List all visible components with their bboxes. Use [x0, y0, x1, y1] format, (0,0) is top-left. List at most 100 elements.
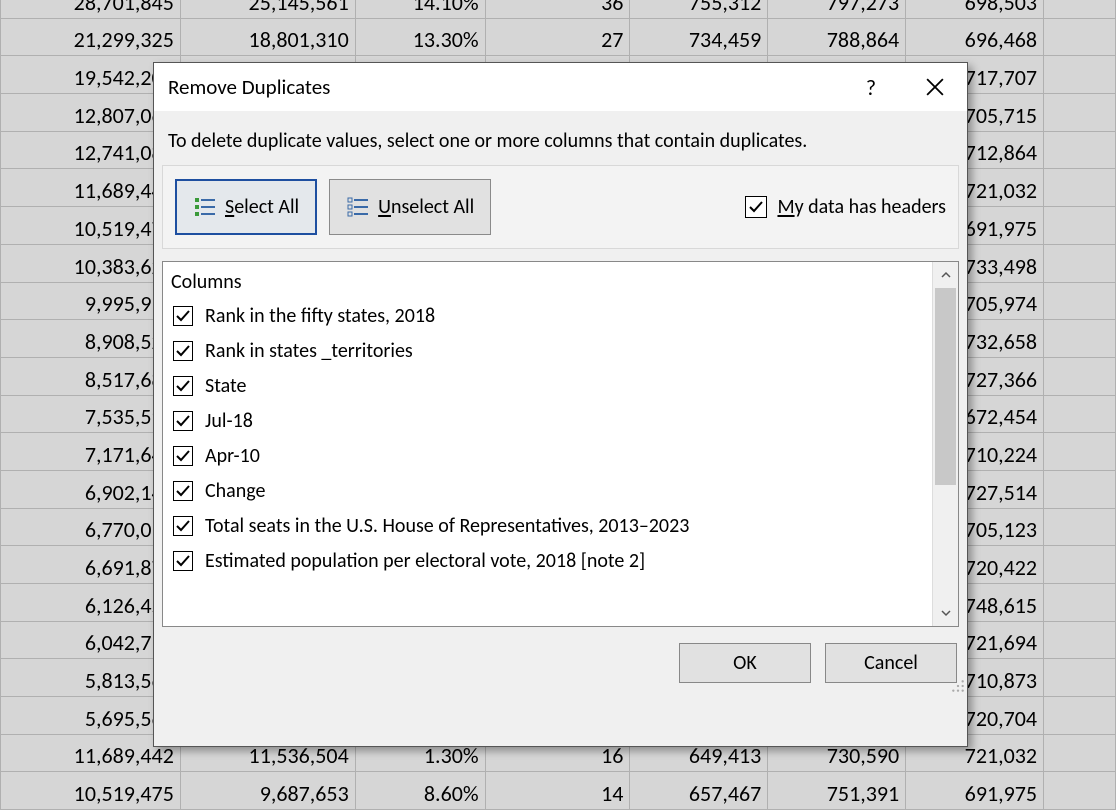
cell[interactable] — [1044, 433, 1116, 471]
cell[interactable]: 9,687,653 — [180, 772, 355, 810]
column-label: Rank in states _territories — [205, 339, 413, 363]
columns-listbox: Columns Rank in the fifty states, 2018 Ra… — [162, 261, 959, 627]
cell[interactable]: 696,468 — [906, 18, 1044, 56]
cell[interactable] — [1044, 207, 1116, 245]
table-row[interactable]: 28,701,84525,145,56114.10%36755,312797,2… — [1, 0, 1116, 18]
cell[interactable]: 788,864 — [768, 18, 906, 56]
cell[interactable]: 13.30% — [355, 18, 485, 56]
select-all-button[interactable]: Select All — [175, 179, 317, 235]
cell[interactable]: 14 — [485, 772, 630, 810]
chevron-down-icon — [941, 608, 951, 618]
cell[interactable] — [1044, 0, 1116, 18]
columns-scrollbar[interactable] — [932, 262, 958, 626]
cell[interactable]: 28,701,845 — [1, 0, 181, 18]
table-row[interactable]: 10,519,4759,687,6538.60%14657,467751,391… — [1, 772, 1116, 810]
cell[interactable] — [1044, 94, 1116, 132]
cell[interactable]: 734,459 — [630, 18, 768, 56]
cell[interactable]: 8.60% — [355, 772, 485, 810]
column-label: Total seats in the U.S. House of Represe… — [205, 514, 689, 538]
column-item[interactable]: Rank in states _territories — [169, 333, 932, 368]
cell[interactable]: 755,312 — [630, 0, 768, 18]
unselect-all-icon — [346, 195, 370, 219]
select-all-icon — [193, 195, 217, 219]
unselect-all-label: Unselect All — [378, 195, 474, 219]
cell[interactable] — [1044, 244, 1116, 282]
cell[interactable]: 27 — [485, 18, 630, 56]
columns-header: Columns — [169, 266, 932, 298]
cell[interactable] — [1044, 282, 1116, 320]
cell[interactable] — [1044, 508, 1116, 546]
cell[interactable] — [1044, 734, 1116, 772]
column-item[interactable]: Jul-18 — [169, 403, 932, 438]
check-icon — [175, 553, 191, 569]
cancel-button[interactable]: Cancel — [825, 643, 957, 683]
dialog-instruction: To delete duplicate values, select one o… — [154, 111, 967, 165]
cell[interactable] — [1044, 697, 1116, 735]
check-icon — [175, 343, 191, 359]
cell[interactable]: 36 — [485, 0, 630, 18]
scroll-up-button[interactable] — [933, 262, 958, 288]
cell[interactable]: 10,519,475 — [1, 772, 181, 810]
cell[interactable] — [1044, 546, 1116, 584]
remove-duplicates-dialog: Remove Duplicates ? To delete duplicate … — [153, 62, 968, 747]
close-icon — [926, 78, 944, 96]
column-label: State — [205, 374, 246, 398]
close-button[interactable] — [903, 63, 967, 111]
column-checkbox[interactable] — [173, 376, 193, 396]
cell[interactable]: 691,975 — [906, 772, 1044, 810]
cell[interactable]: 797,273 — [768, 0, 906, 18]
cell[interactable] — [1044, 169, 1116, 207]
column-item[interactable]: State — [169, 368, 932, 403]
dialog-button-row: OK Cancel — [154, 627, 967, 695]
column-checkbox[interactable] — [173, 306, 193, 326]
scroll-track[interactable] — [933, 288, 958, 600]
cell[interactable] — [1044, 357, 1116, 395]
cell[interactable] — [1044, 659, 1116, 697]
scroll-down-button[interactable] — [933, 600, 958, 626]
column-item[interactable]: Apr-10 — [169, 438, 932, 473]
check-icon — [175, 378, 191, 394]
cell[interactable]: 657,467 — [630, 772, 768, 810]
column-label: Rank in the fifty states, 2018 — [205, 304, 435, 328]
scroll-thumb[interactable] — [935, 288, 956, 485]
column-checkbox[interactable] — [173, 481, 193, 501]
cell[interactable] — [1044, 395, 1116, 433]
column-checkbox[interactable] — [173, 446, 193, 466]
resize-grip-icon[interactable] — [951, 679, 965, 693]
cell[interactable]: 698,503 — [906, 0, 1044, 18]
check-icon — [175, 413, 191, 429]
cell[interactable] — [1044, 320, 1116, 358]
cell[interactable] — [1044, 18, 1116, 56]
column-label: Estimated population per electoral vote,… — [205, 549, 645, 573]
check-icon — [748, 199, 764, 215]
cell[interactable]: 21,299,325 — [1, 18, 181, 56]
cell[interactable] — [1044, 621, 1116, 659]
cell[interactable]: 751,391 — [768, 772, 906, 810]
column-checkbox[interactable] — [173, 341, 193, 361]
headers-checkbox-row[interactable]: My data has headers — [745, 195, 946, 219]
column-item[interactable]: Change — [169, 473, 932, 508]
cell[interactable] — [1044, 56, 1116, 94]
column-checkbox[interactable] — [173, 411, 193, 431]
cell[interactable] — [1044, 772, 1116, 810]
column-checkbox[interactable] — [173, 516, 193, 536]
check-icon — [175, 518, 191, 534]
column-item[interactable]: Rank in the fifty states, 2018 — [169, 298, 932, 333]
cell[interactable]: 18,801,310 — [180, 18, 355, 56]
cell[interactable] — [1044, 131, 1116, 169]
cell[interactable]: 14.10% — [355, 0, 485, 18]
headers-checkbox[interactable] — [745, 196, 767, 218]
cell[interactable]: 25,145,561 — [180, 0, 355, 18]
unselect-all-button[interactable]: Unselect All — [329, 179, 491, 235]
column-label: Apr-10 — [205, 444, 260, 468]
cell[interactable] — [1044, 584, 1116, 622]
column-item[interactable]: Total seats in the U.S. House of Represe… — [169, 508, 932, 543]
help-button[interactable]: ? — [839, 63, 903, 111]
column-item[interactable]: Estimated population per electoral vote,… — [169, 543, 932, 578]
check-icon — [175, 308, 191, 324]
dialog-title: Remove Duplicates — [168, 74, 839, 100]
cell[interactable] — [1044, 470, 1116, 508]
ok-button[interactable]: OK — [679, 643, 811, 683]
table-row[interactable]: 21,299,32518,801,31013.30%27734,459788,8… — [1, 18, 1116, 56]
column-checkbox[interactable] — [173, 551, 193, 571]
